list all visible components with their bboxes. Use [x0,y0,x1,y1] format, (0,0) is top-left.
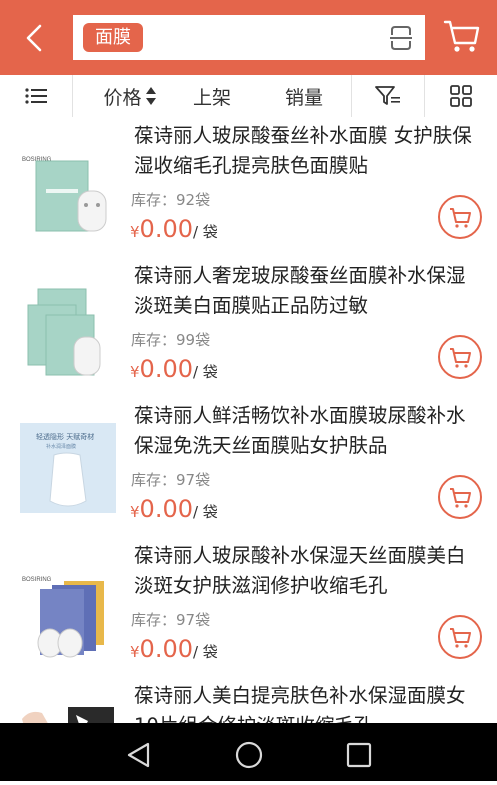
sales-sort-label: 销量 [284,86,323,109]
cart-icon [438,475,482,519]
product-list: BOSIRING 葆诗丽人玻尿酸蚕丝补水面膜 女护肤保湿收缩毛孔提亮肤色面膜贴 … [0,117,497,723]
product-price: ¥0.00/ 袋 [130,355,218,383]
system-navigation-bar [0,723,497,781]
back-button[interactable] [14,16,58,60]
svg-text:补水润泽面膜: 补水润泽面膜 [46,443,76,450]
product-image[interactable]: BOSIRING [16,131,120,243]
stock-count: 库存：99袋 [131,331,211,349]
price-sort-label: 价格 [103,86,142,109]
product-image[interactable] [16,691,120,723]
sort-by-sales[interactable]: 销量 [262,75,346,117]
search-field[interactable]: 面膜 [73,15,425,60]
product-price: ¥0.00/ 袋 [130,215,218,243]
sort-arrows-icon [145,87,156,105]
add-to-cart-button[interactable] [437,474,483,520]
product-item[interactable]: 轻透隐形 天赋奇材 补水润泽面膜 葆诗丽人鲜活畅饮补水面膜玻尿酸补水保湿免洗天丝… [0,397,497,538]
back-arrow-icon [26,24,42,52]
top-header: 面膜 [0,0,497,75]
nav-home-icon[interactable] [235,741,263,769]
grid-view-toggle[interactable] [425,75,497,117]
svg-text:轻透隐形 天赋奇材: 轻透隐形 天赋奇材 [36,432,94,441]
grid-icon [450,85,472,107]
stock-count: 库存：92袋 [131,191,211,209]
product-title[interactable]: 葆诗丽人玻尿酸蚕丝补水面膜 女护肤保湿收缩毛孔提亮肤色面膜贴 [134,121,480,181]
product-item[interactable]: BOSIRING 葆诗丽人玻尿酸补水保湿天丝面膜美白淡斑女护肤滋润修护收缩毛孔 … [0,537,497,678]
product-title[interactable]: 葆诗丽人美白提亮肤色补水保湿面膜女10片组合修护淡斑收缩毛孔 [134,681,480,723]
stock-count: 库存：97袋 [131,611,211,629]
svg-text:BOSIRING: BOSIRING [22,577,52,583]
filter-bar: 价格 上架 销量 [0,75,497,118]
product-price: ¥0.00/ 袋 [130,635,218,663]
product-title[interactable]: 葆诗丽人玻尿酸补水保湿天丝面膜美白淡斑女护肤滋润修护收缩毛孔 [134,541,480,601]
list-view-toggle[interactable] [0,75,72,117]
filter-icon [375,86,400,105]
add-to-cart-button[interactable] [437,334,483,380]
stock-count: 库存：97袋 [131,471,211,489]
product-image[interactable] [16,271,120,383]
scan-icon[interactable] [389,24,413,52]
cart-icon [438,615,482,659]
product-item[interactable]: 葆诗丽人奢宠玻尿酸蚕丝面膜补水保湿淡斑美白面膜贴正品防过敏 库存：99袋 ¥0.… [0,257,497,398]
shopping-cart-icon[interactable] [442,16,482,56]
search-keyword-tag[interactable]: 面膜 [83,23,143,52]
add-to-cart-button[interactable] [437,194,483,240]
product-price: ¥0.00/ 袋 [130,495,218,523]
newest-sort-label: 上架 [192,86,231,109]
cart-icon [438,335,482,379]
product-image[interactable]: 轻透隐形 天赋奇材 补水润泽面膜 [16,411,120,523]
product-item[interactable]: 葆诗丽人美白提亮肤色补水保湿面膜女10片组合修护淡斑收缩毛孔 [0,677,497,723]
sort-by-newest[interactable]: 上架 [172,75,252,117]
product-title[interactable]: 葆诗丽人奢宠玻尿酸蚕丝面膜补水保湿淡斑美白面膜贴正品防过敏 [134,261,480,321]
product-image[interactable]: BOSIRING [16,551,120,663]
product-item[interactable]: BOSIRING 葆诗丽人玻尿酸蚕丝补水面膜 女护肤保湿收缩毛孔提亮肤色面膜贴 … [0,117,497,258]
sort-by-price[interactable]: 价格 [90,75,170,117]
filter-button[interactable] [352,75,424,117]
cart-icon [438,195,482,239]
nav-back-icon[interactable] [127,742,150,768]
add-to-cart-button[interactable] [437,614,483,660]
product-title[interactable]: 葆诗丽人鲜活畅饮补水面膜玻尿酸补水保湿免洗天丝面膜贴女护肤品 [134,401,480,461]
nav-recents-icon[interactable] [346,742,372,768]
list-icon [25,88,47,104]
